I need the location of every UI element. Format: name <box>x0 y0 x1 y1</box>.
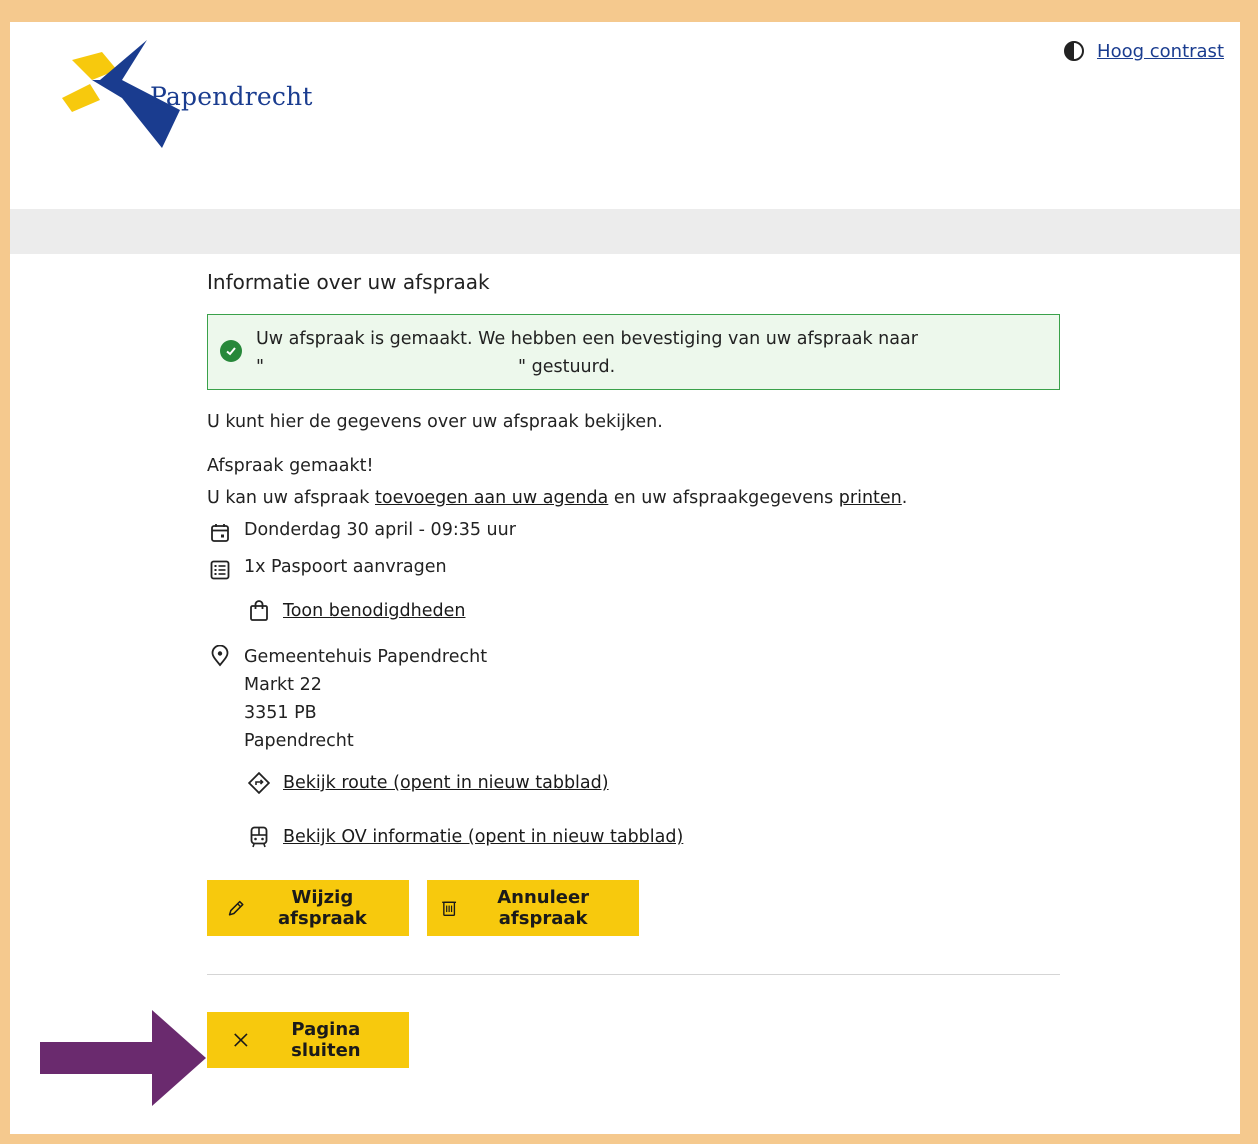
appointment-product: 1x Paspoort aanvragen <box>207 557 1060 583</box>
header-band <box>10 209 1240 254</box>
location-pin-icon <box>207 643 233 669</box>
trash-icon <box>442 901 457 917</box>
add-to-agenda-link[interactable]: toevoegen aan uw agenda <box>375 488 608 508</box>
close-page-button[interactable]: Pagina sluiten <box>207 1012 409 1068</box>
location-city: Papendrecht <box>244 731 354 751</box>
arrow-right-icon <box>40 1010 206 1106</box>
location-name: Gemeentehuis Papendrecht <box>244 647 488 667</box>
success-line-2-rest: " gestuurd. <box>518 357 616 377</box>
view-ov-link[interactable]: Bekijk OV informatie (opent in nieuw tab… <box>283 827 683 847</box>
close-page-label: Pagina sluiten <box>291 1019 361 1061</box>
edit-appointment-button[interactable]: Wijzig afspraak <box>207 880 409 936</box>
requirements-row[interactable]: Toon benodigdheden <box>247 599 1060 623</box>
address-block: Gemeentehuis Papendrecht Markt 22 3351 P… <box>244 643 487 755</box>
check-circle-icon <box>220 340 242 362</box>
calendar-icon <box>207 520 233 546</box>
appointment-made-text: Afspraak gemaakt! <box>207 456 374 476</box>
list-icon <box>207 557 233 583</box>
appointment-date: Donderdag 30 april - 09:35 uur <box>207 520 1060 546</box>
intro-text: U kunt hier de gegevens over uw afspraak… <box>207 412 663 432</box>
pencil-icon <box>228 900 244 916</box>
appointment-date-text: Donderdag 30 april - 09:35 uur <box>244 520 516 540</box>
close-icon <box>234 1033 248 1047</box>
location-street: Markt 22 <box>244 675 322 695</box>
success-open-quote: " <box>256 357 265 377</box>
bus-icon <box>247 825 271 849</box>
contrast-icon <box>1064 41 1085 61</box>
location-postcode: 3351 PB <box>244 703 317 723</box>
appointment-location: Gemeentehuis Papendrecht Markt 22 3351 P… <box>207 643 1060 755</box>
route-row[interactable]: Bekijk route (opent in nieuw tabblad) <box>247 771 1060 795</box>
logo-text: Papendrecht <box>150 82 313 111</box>
cancel-appointment-button[interactable]: Annuleer afspraak <box>427 880 639 936</box>
ov-row[interactable]: Bekijk OV informatie (opent in nieuw tab… <box>247 825 1060 849</box>
show-requirements-link[interactable]: Toon benodigdheden <box>283 601 465 621</box>
high-contrast-link[interactable]: Hoog contrast <box>1097 41 1224 62</box>
add-to-agenda-text: U kan uw afspraak toevoegen aan uw agend… <box>207 488 908 508</box>
edit-appointment-label: Wijzig afspraak <box>278 887 367 929</box>
page: Papendrecht Hoog contrast Informatie ove… <box>10 22 1240 1134</box>
route-icon <box>247 771 271 795</box>
bag-icon <box>247 599 271 623</box>
appointment-product-text: 1x Paspoort aanvragen <box>244 557 447 577</box>
view-route-link[interactable]: Bekijk route (opent in nieuw tabblad) <box>283 773 609 793</box>
success-message: Uw afspraak is gemaakt. We hebben een be… <box>207 314 1060 390</box>
appointment-info: Informatie over uw afspraak Uw afspraak … <box>207 270 1060 1068</box>
cancel-appointment-label: Annuleer afspraak <box>497 887 590 929</box>
logo[interactable]: Papendrecht <box>62 40 322 150</box>
divider <box>207 974 1060 975</box>
print-link[interactable]: printen <box>839 488 902 508</box>
action-buttons: Wijzig afspraak Annuleer afspraak <box>207 880 1060 936</box>
success-line-1: Uw afspraak is gemaakt. We hebben een be… <box>256 329 918 349</box>
high-contrast-toggle[interactable]: Hoog contrast <box>1063 40 1224 62</box>
page-title: Informatie over uw afspraak <box>207 270 490 294</box>
